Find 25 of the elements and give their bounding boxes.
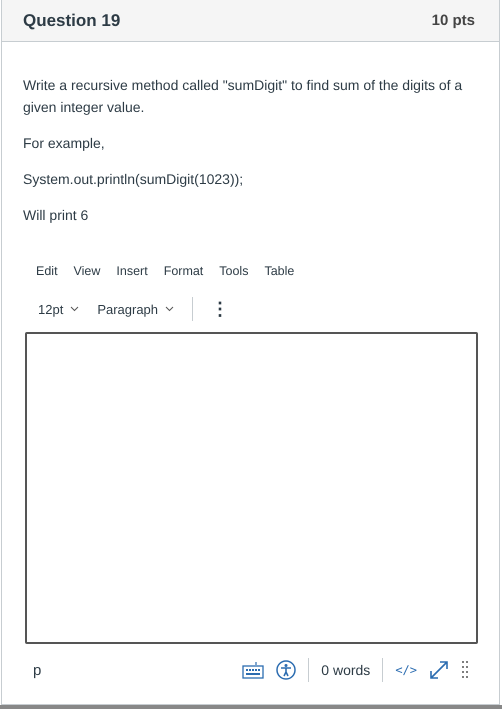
menu-item[interactable]: Table <box>264 264 294 278</box>
question-text: For example, <box>23 134 106 153</box>
keyboard-icon[interactable] <box>242 661 264 679</box>
chevron-down-icon <box>165 306 174 312</box>
drag-handle-icon[interactable] <box>461 660 469 680</box>
question-text: Write a recursive method called "sumDigit" to find sum of the digits of a given integer value. <box>23 76 464 117</box>
menu-item[interactable]: Insert <box>116 264 148 278</box>
text-editor[interactable] <box>25 332 478 644</box>
menu-item[interactable]: Edit <box>36 264 58 278</box>
menu-item[interactable]: Tools <box>219 264 248 278</box>
accessibility-icon[interactable] <box>276 660 296 680</box>
question-text: Will print 6 <box>23 206 90 225</box>
chevron-down-icon <box>70 306 80 312</box>
more-button[interactable]: ⋮ <box>211 298 230 320</box>
html-editor-button[interactable]: </> <box>395 663 417 677</box>
resize-arrow-icon[interactable] <box>429 660 449 680</box>
menu-item[interactable]: View <box>74 264 100 278</box>
paragraph-dropdown[interactable]: Paragraph <box>97 302 174 316</box>
element-path: p <box>32 662 42 678</box>
question-text: System.out.println(sumDigit(1023)); <box>23 170 244 189</box>
word-count[interactable]: 0 words <box>321 662 370 678</box>
question-title: Question 19 <box>23 10 120 30</box>
menu-item[interactable]: Format <box>164 264 204 278</box>
question-points: 10 pts <box>432 12 475 29</box>
font-size-dropdown[interactable]: 12pt <box>38 302 80 316</box>
